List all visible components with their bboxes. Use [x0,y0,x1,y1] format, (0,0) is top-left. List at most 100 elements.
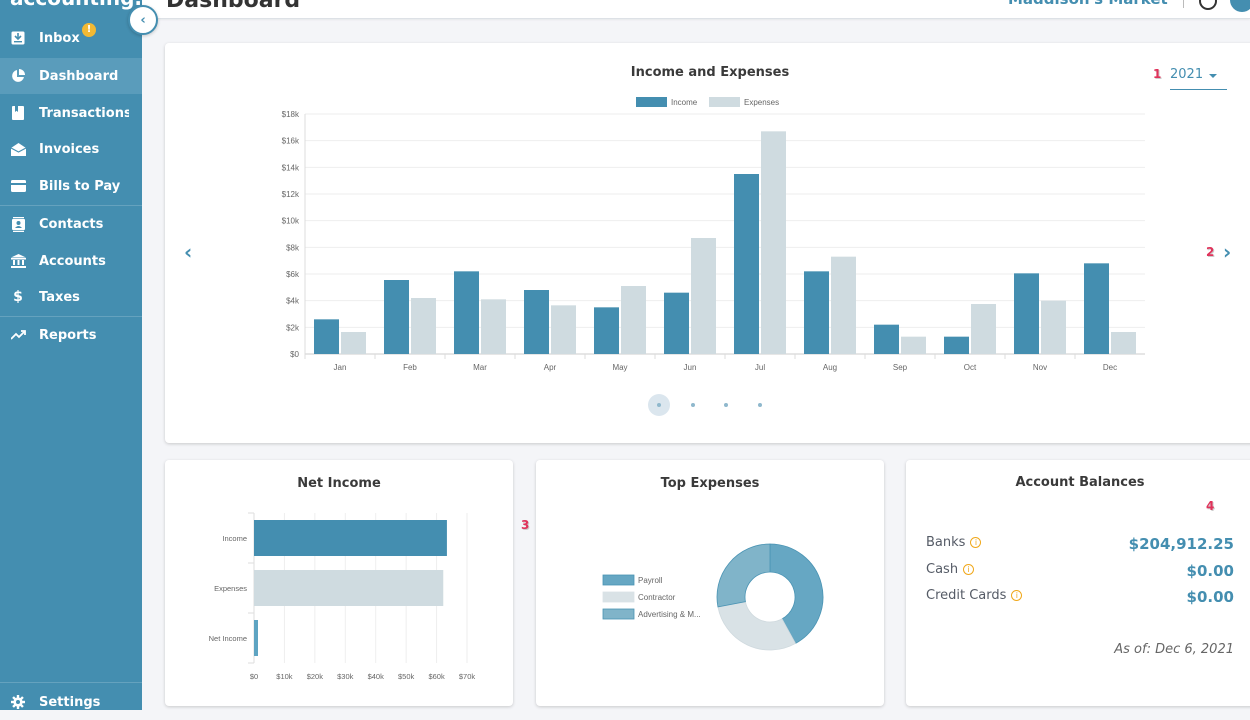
income-bar [874,324,899,354]
income-bar [1084,263,1109,354]
y-tick-label: Income [222,534,247,543]
x-tick-label: $0 [250,672,258,681]
top-expenses-chart: Payroll Contractor Advertising & M... [602,543,824,651]
expenses-bar [481,299,506,354]
x-tick-label: Jun [684,363,697,372]
legend-swatch [709,97,740,107]
legend-label: Payroll [638,576,663,585]
legend-swatch [602,608,635,620]
x-tick-label: Feb [403,363,417,372]
x-tick-label: $20k [307,672,324,681]
expenses-bar [761,131,786,354]
income-bar [594,307,619,354]
expenses-bar [551,305,576,354]
annotation-marker-4: 4 [1206,499,1215,513]
y-tick-label: $14k [282,163,300,172]
legend-label: Contractor [638,593,676,602]
balance-value[interactable]: $0.00 [1187,588,1234,606]
balance-row-banks: Banks i $204,912.25 [926,535,1234,555]
info-icon[interactable]: i [963,564,975,575]
x-tick-label: Mar [473,363,487,372]
legend-label: Income [671,98,698,107]
income-bar [1014,273,1039,354]
expenses-bar [1041,300,1066,354]
x-tick-label: Jul [755,363,765,372]
x-tick-label: Aug [823,363,837,372]
info-icon[interactable]: i [1011,590,1023,601]
income-bar [384,280,409,354]
income-bar [314,319,339,354]
expenses-bar [341,332,366,354]
income-expenses-chart: $0 $2k $4k $6k $8k $10k $12k $14k $16k $18k Jan Feb… [282,97,1145,372]
x-tick-label: $50k [398,672,415,681]
account-balances-card: Account Balances [906,460,1250,706]
donut-slice [716,543,771,608]
y-tick-label: $18k [282,110,300,119]
expenses-bar [621,286,646,354]
expenses-bar [411,298,436,354]
y-tick-label: Expenses [214,584,247,593]
chevron-left-icon: ‹ [140,12,146,28]
net-income-bar [254,620,258,656]
y-tick-label: $4k [286,297,300,306]
pagination-dot-4[interactable] [758,403,762,407]
legend-swatch [636,97,667,107]
pagination-dot-2[interactable] [691,403,695,407]
income-bar [454,271,479,354]
legend-swatch [602,574,635,586]
net-income-bar [254,520,447,556]
x-tick-label: $40k [368,672,385,681]
x-tick-label: Jan [334,363,347,372]
x-tick-label: Oct [964,363,977,372]
x-tick-label: Sep [893,363,908,372]
balance-label-text: Credit Cards [926,588,1007,603]
as-of-date: As of: Dec 6, 2021 [1114,642,1234,657]
y-tick-label: $16k [282,137,300,146]
nav-divider [0,682,142,683]
donut-slice [717,601,797,651]
x-tick-label: $70k [459,672,476,681]
x-tick-label: Apr [544,363,557,372]
balance-label-text: Banks [926,535,966,550]
income-bar [524,290,549,354]
income-bar [804,271,829,354]
y-tick-label: $10k [282,217,300,226]
collapse-sidebar-button[interactable]: ‹ [128,5,158,35]
legend-label: Advertising & M... [638,610,701,619]
income-bar [734,174,759,354]
x-tick-label: Nov [1033,363,1047,372]
balance-value[interactable]: $204,912.25 [1129,535,1234,553]
sidebar-item-settings[interactable]: Settings [0,684,142,720]
legend-swatch [602,591,635,603]
x-tick-label: $60k [428,672,445,681]
gear-icon [10,694,26,710]
expenses-bar [901,336,926,354]
y-tick-label: $2k [286,323,300,332]
y-tick-label: $0 [290,350,299,359]
pagination-dot-3[interactable] [724,403,728,407]
y-tick-label: $8k [286,243,300,252]
annotation-marker-3: 3 [521,518,530,532]
sidebar-item-label: Settings [39,694,101,710]
legend-label: Expenses [744,98,779,107]
card-title: Account Balances [1015,475,1145,490]
expenses-bar [691,238,716,354]
info-icon[interactable]: i [970,537,982,548]
pagination-dot-1[interactable] [648,394,670,416]
balance-label-text: Cash [926,562,959,577]
balance-value[interactable]: $0.00 [1187,562,1234,580]
income-bar [664,292,689,354]
net-income-bar [254,570,444,606]
income-bar [944,336,969,354]
x-tick-label: May [612,363,627,372]
y-tick-label: $12k [282,190,300,199]
net-income-chart: $0 $10k $20k $30k $40k $50k $60k $70k Income Expe… [209,512,476,681]
expenses-bar [971,304,996,354]
x-tick-label: $10k [276,672,293,681]
balance-label: Cash i [926,562,975,577]
x-tick-label: Dec [1103,363,1117,372]
expenses-bar [1111,332,1136,354]
balance-row-credit-cards: Credit Cards i $0.00 [926,588,1234,608]
y-tick-label: Net Income [209,634,247,643]
x-tick-label: $30k [337,672,354,681]
